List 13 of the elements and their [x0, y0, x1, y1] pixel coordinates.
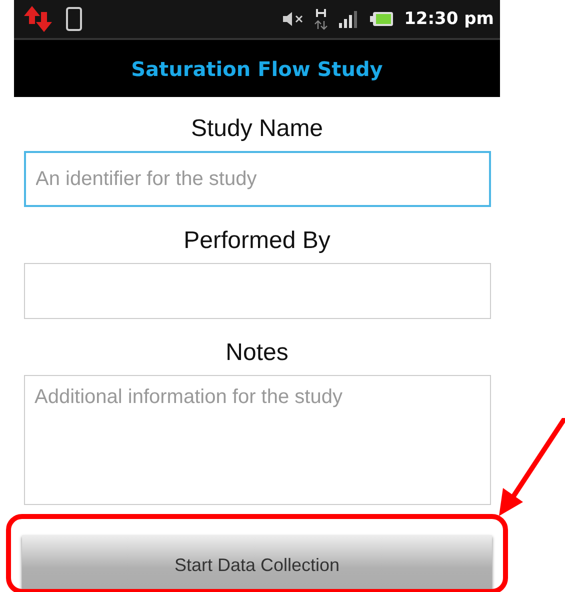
status-time: 12:30 pm [404, 9, 494, 29]
input-field[interactable]: An identifier for the study [24, 151, 490, 207]
input-field[interactable] [24, 263, 490, 319]
notes-field[interactable]: Additional information for the study [24, 375, 490, 505]
mute-icon [282, 11, 304, 27]
battery-icon [370, 11, 394, 27]
start-data-collection-button[interactable]: Start Data Collection [22, 535, 492, 592]
network-type-icon [314, 8, 328, 30]
field-label: Performed By [184, 226, 330, 256]
field-label: Notes [226, 338, 288, 368]
phone-icon [66, 7, 82, 31]
app-title: Saturation Flow Study [131, 56, 383, 80]
field-label: Study Name [190, 114, 324, 144]
